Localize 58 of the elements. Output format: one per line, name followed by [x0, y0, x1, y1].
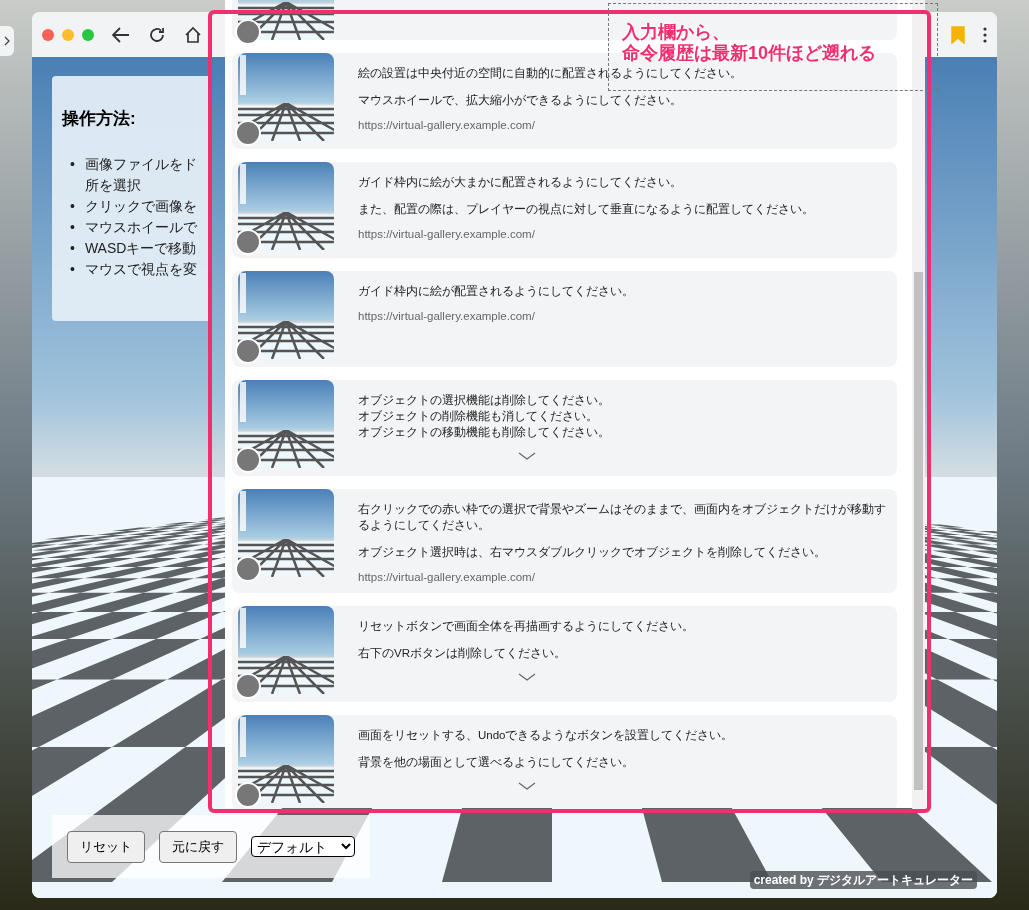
page-link[interactable]: https://virtual-gallery.example.com/	[358, 117, 535, 133]
prompt-text: ガイド枠内に絵が大まかに配置されるようにしてください。	[358, 175, 682, 190]
back-icon[interactable]	[112, 26, 130, 43]
bullet: •	[70, 259, 75, 279]
history-card[interactable]: ガイド枠内に絵が配置されるようにしてください。 https://virtual-gallery.example.com/	[232, 271, 897, 367]
bullet: •	[70, 196, 75, 216]
prompt-text: ガイド枠内に絵が配置されるようにしてください。	[358, 284, 634, 299]
instruction-item: 画像ファイルをド 所を選択	[84, 154, 197, 195]
prompt-text: 背景を他の場面として選べるようにしてください。	[358, 755, 634, 770]
prompt-text: オブジェクトの選択機能は削除してください。	[358, 393, 610, 408]
prompt-text: 右クリックでの赤い枠での選択で背景やズームはそのままで、画面内をオブジェクトだけが移動するようにしてください。	[358, 502, 887, 533]
avatar-icon	[235, 447, 261, 473]
instruction-item: クリックで画像を	[84, 196, 197, 216]
prompt-text: オブジェクト選択時は、右マウスダブルクリックでオブジェクトを削除してください。	[358, 545, 826, 560]
prompt-text: マウスホイールで、拡大縮小ができるようにしてください。	[358, 93, 682, 108]
reset-button[interactable]: リセット	[67, 830, 145, 863]
history-card[interactable]: ガイド枠内に絵が大まかに配置されるようにしてください。 また、配置の際は、プレイヤーの視点に対して垂直になるように配置してください。 https://virtual-gallery.example.com/	[232, 162, 897, 258]
prompt-text: また、配置の際は、プレイヤーの視点に対して垂直になるように配置してください。	[358, 202, 814, 217]
expand-chevron-icon[interactable]	[518, 782, 536, 790]
prompt-text: 絵の設置は中央付近の空間に自動的に配置されるようにしてください。	[358, 66, 742, 81]
prompt-text: オブジェクトの削除機能も消してください。	[358, 409, 598, 424]
reload-icon[interactable]	[148, 25, 166, 44]
expand-chevron-icon[interactable]	[518, 452, 536, 460]
prompt-text: オブジェクトの移動機能も削除してください。	[358, 425, 610, 440]
bullet: •	[70, 154, 75, 174]
home-icon[interactable]	[184, 25, 202, 44]
menu-icon[interactable]	[983, 26, 987, 43]
avatar-icon	[235, 120, 261, 146]
instructions-title: 操作方法:	[62, 108, 136, 130]
sidebar-toggle-button[interactable]	[0, 26, 14, 56]
instruction-item: WASDキーで移動	[84, 238, 197, 258]
page-link[interactable]: https://virtual-gallery.example.com/	[358, 569, 535, 585]
history-card[interactable]: リセットボタンで画面全体を再描画するようにしてください。 右下のVRボタンは削除してください。	[232, 606, 897, 702]
bullet: •	[70, 217, 75, 237]
prompt-text: 画面をリセットする、Undoできるようなボタンを設置してください。	[358, 728, 734, 743]
history-card[interactable]: オブジェクトの選択機能は削除してください。 オブジェクトの削除機能も消してください。 オブジェクトの移動機能も削除してください。	[232, 380, 897, 476]
avatar-icon	[235, 229, 261, 255]
chevron-right-icon	[4, 36, 10, 46]
history-card[interactable]: 画面をリセットする、Undoできるようなボタンを設置してください。 背景を他の場面として選べるようにしてください。	[232, 715, 897, 808]
instruction-item: マウスホイールで	[84, 217, 197, 237]
page-link[interactable]: https://virtual-gallery.example.com/	[358, 226, 535, 242]
avatar-icon	[235, 673, 261, 699]
avatar-icon	[235, 338, 261, 364]
undo-button[interactable]: 元に戻す	[159, 830, 237, 863]
prompt-text: リセットボタンで画面全体を再描画するようにしてください。	[358, 619, 694, 634]
avatar-icon	[235, 782, 261, 808]
scene-select[interactable]: デフォルト	[251, 836, 355, 857]
bullet: •	[70, 238, 75, 258]
instruction-item: マウスで視点を変	[84, 259, 197, 279]
expand-chevron-icon[interactable]	[518, 673, 536, 681]
avatar-icon	[235, 19, 261, 45]
avatar-icon	[235, 556, 261, 582]
close-window-icon[interactable]	[42, 28, 54, 41]
credit-text: created by デジタルアートキュレーター	[749, 871, 977, 889]
history-card[interactable]: 右クリックでの赤い枠での選択で背景やズームはそのままで、画面内をオブジェクトだけが移動するようにしてください。 オブジェクト選択時は、右マウスダブルクリックでオブジェクトを削除してください。 https://virtual-gallery.example.com/	[232, 489, 897, 593]
page-link[interactable]: https://virtual-gallery.example.com/	[358, 308, 535, 324]
scrollbar-thumb[interactable]	[914, 272, 923, 790]
prompt-text: 右下のVRボタンは削除してください。	[358, 646, 566, 661]
